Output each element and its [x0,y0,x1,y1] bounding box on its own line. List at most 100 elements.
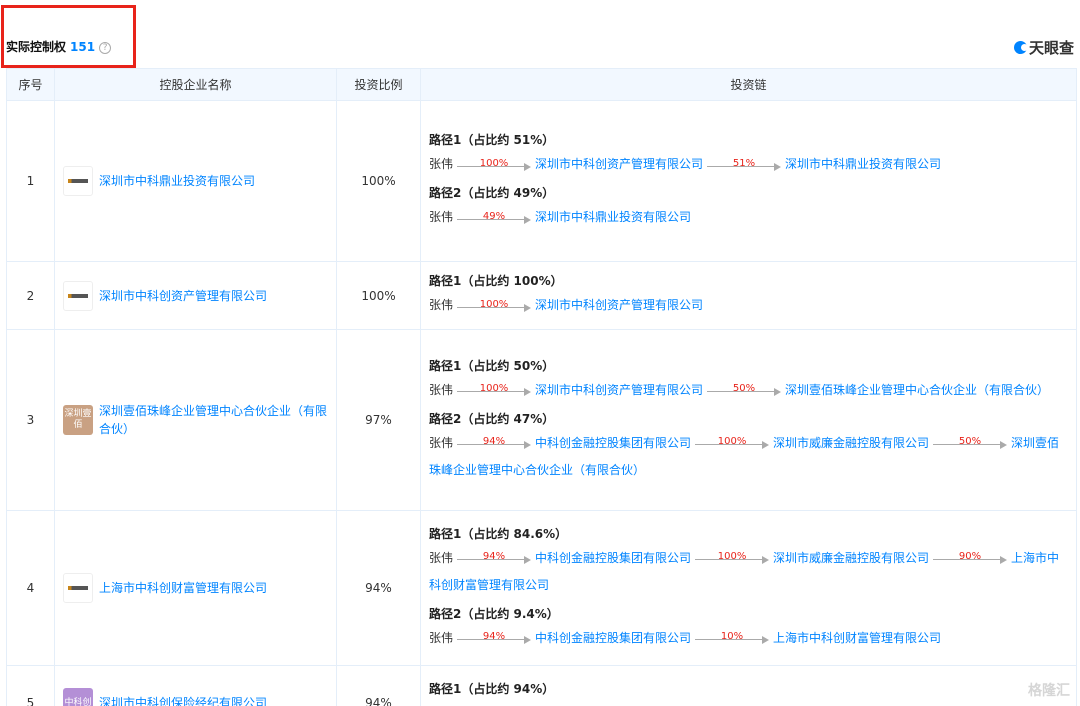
arrow-icon: 100% [695,551,770,564]
company-logo: 深圳壹佰 [63,405,93,435]
investment-path: 路径1（占比约 100%） 张伟 100% 深圳市中科创资产管理有限公司 [429,270,1068,319]
arrow-icon: 49% [457,211,532,224]
watermark: 格隆汇 [1028,683,1070,699]
person-name: 张伟 [429,630,454,645]
brand-text: 天眼查 [1028,39,1074,57]
company-cell: 上海市中科创财富管理有限公司 [54,510,337,666]
arrow-icon: 50% [933,436,1008,449]
company-name-link[interactable]: 深圳市中科鼎业投资有限公司 [99,172,255,190]
investment-ratio: 100% [336,100,421,262]
arrow-line [457,639,526,640]
share-percentage: 94% [482,631,506,642]
company-link[interactable]: 中科创金融控股集团有限公司 [535,631,691,645]
arrow-head-icon [1000,556,1008,564]
share-percentage: 100% [479,298,509,310]
person-name: 张伟 [429,210,454,224]
path-title: 路径2（占比约 47%） [429,411,555,426]
company-name-link[interactable]: 上海市中科创财富管理有限公司 [99,579,267,597]
arrow-icon: 94% [457,631,532,644]
investment-ratio: 94% [336,510,421,666]
person-name: 张伟 [429,157,454,171]
company-name-link[interactable]: 深圳市中科创保险经纪有限公司 [99,694,267,706]
path-steps: 张伟 94% 中科创金融控股集团有限公司 100% 深圳市威廉金融控股有限公司 50% 深圳… [429,430,1068,484]
company-link[interactable]: 中科创金融控股集团有限公司 [535,551,691,565]
control-count[interactable]: 151 [70,40,95,54]
share-percentage: 100% [479,157,509,169]
table-header-row: 序号 控股企业名称 投资比例 投资链 [6,68,1077,101]
path-title: 路径1（占比约 84.6%） [429,526,568,541]
investment-path: 路径1（占比约 50%） 张伟 100% 深圳市中科创资产管理有限公司 50% 深圳壹佰珠… [429,355,1068,404]
person-name: 张伟 [429,382,454,397]
person-name: 张伟 [429,298,454,312]
share-percentage: 94% [482,551,506,562]
investment-path: 路径1（占比约 51%） 张伟 100% 深圳市中科创资产管理有限公司 51% 深圳市中科… [429,129,1068,178]
investment-chain-cell: 路径1（占比约 84.6%） 张伟 94% 中科创金融控股集团有限公司 100% 深圳市威… [420,510,1077,666]
logo-mark-icon [68,586,88,590]
brand-logo[interactable]: 天眼查 [1013,37,1074,58]
person-name: 张伟 [429,550,454,565]
investment-chain-cell: 路径1（占比约 50%） 张伟 100% 深圳市中科创资产管理有限公司 50% 深圳壹佰珠… [420,329,1077,511]
arrow-head-icon [524,162,532,171]
company-name-link[interactable]: 深圳壹佰珠峰企业管理中心合伙企业（有限合伙） [99,402,336,438]
path-title: 路径1（占比约 94%） [429,681,555,696]
path-steps: 张伟 94% 中科创金融控股集团有限公司 100% 深圳市威廉金融控股有限公司 90% 上海… [429,545,1068,599]
table-row: 2 深圳市中科创资产管理有限公司 100% 路径1（占比约 100%） 张伟 100% 深圳… [6,261,1077,330]
investment-chain-cell: 路径1（占比约 94%） 张伟94%中科创金融控股集团有限公司100%深圳市中科创… [420,665,1077,706]
arrow-line [707,391,776,392]
company-link[interactable]: 深圳市威廉金融控股有限公司 [773,436,929,450]
arrow-icon: 100% [457,383,532,396]
row-number: 4 [6,510,55,666]
company-link[interactable]: 深圳市威廉金融控股有限公司 [773,551,929,565]
arrow-head-icon [1000,441,1008,449]
arrow-icon: 50% [707,383,782,396]
arrow-line [695,559,764,560]
company-link[interactable]: 深圳市中科鼎业投资有限公司 [785,157,941,171]
arrow-line [695,444,764,445]
company-logo-icon [63,280,93,311]
arrow-line [933,559,1002,560]
row-number: 2 [6,261,55,330]
page-header: 实际控制权 151? 天眼查 [0,0,1080,68]
share-percentage: 100% [479,383,509,394]
arrow-head-icon [774,162,782,171]
company-name-link[interactable]: 深圳市中科创资产管理有限公司 [99,287,267,305]
path-steps: 张伟 49% 深圳市中科鼎业投资有限公司 [429,204,1068,231]
share-percentage: 100% [717,436,747,447]
path-steps: 张伟 94% 中科创金融控股集团有限公司 10% 上海市中科创财富管理有限公司 [429,625,1068,652]
arrow-line [457,391,526,392]
company-link[interactable]: 中科创金融控股集团有限公司 [535,436,691,450]
investment-path: 路径2（占比约 47%） 张伟 94% 中科创金融控股集团有限公司 100% 深圳市威廉金… [429,408,1068,484]
arrow-head-icon [524,388,532,396]
company-link[interactable]: 上海市中科创财富管理有限公司 [773,631,941,645]
table-row: 3 深圳壹佰 深圳壹佰珠峰企业管理中心合伙企业（有限合伙） 97% 路径1（占比约 50… [6,329,1077,511]
company-link[interactable]: 深圳市中科创资产管理有限公司 [535,157,703,171]
share-percentage: 10% [720,631,744,642]
path-steps: 张伟94%中科创金融控股集团有限公司100%深圳市中科创保险经纪有限公司 [429,700,1068,706]
investment-ratio: 97% [336,329,421,511]
logo-mark-icon [68,293,88,298]
investment-path: 路径2（占比约 9.4%） 张伟 94% 中科创金融控股集团有限公司 10% 上海市中科创… [429,603,1068,652]
company-link[interactable]: 深圳壹佰珠峰企业管理中心合伙企业（有限合伙） [785,383,1049,397]
arrow-head-icon [524,441,532,449]
section-title-text: 实际控制权 [6,40,67,54]
help-icon[interactable]: ? [99,42,112,54]
arrow-line [457,218,526,220]
investment-chain-cell: 路径1（占比约 100%） 张伟 100% 深圳市中科创资产管理有限公司 [420,261,1077,330]
company-link[interactable]: 深圳市中科鼎业投资有限公司 [535,210,691,224]
person-name: 张伟 [429,435,454,450]
arrow-head-icon [524,303,532,312]
company-link[interactable]: 深圳市中科创资产管理有限公司 [535,298,703,312]
arrow-head-icon [524,215,532,224]
column-header-num: 序号 [6,68,55,101]
arrow-line [457,306,526,308]
company-link[interactable]: 深圳市中科创资产管理有限公司 [535,383,703,397]
company-logo-icon [63,166,93,196]
arrow-icon: 51% [707,158,782,171]
arrow-icon: 94% [457,551,532,564]
arrow-head-icon [762,636,770,644]
arrow-head-icon [524,556,532,564]
arrow-head-icon [762,556,770,564]
path-steps: 张伟 100% 深圳市中科创资产管理有限公司 [429,292,1068,319]
table-row: 5中科创深圳市中科创保险经纪有限公司94%路径1（占比约 94%）张伟94%中科… [6,665,1077,706]
share-percentage: 50% [958,436,982,447]
